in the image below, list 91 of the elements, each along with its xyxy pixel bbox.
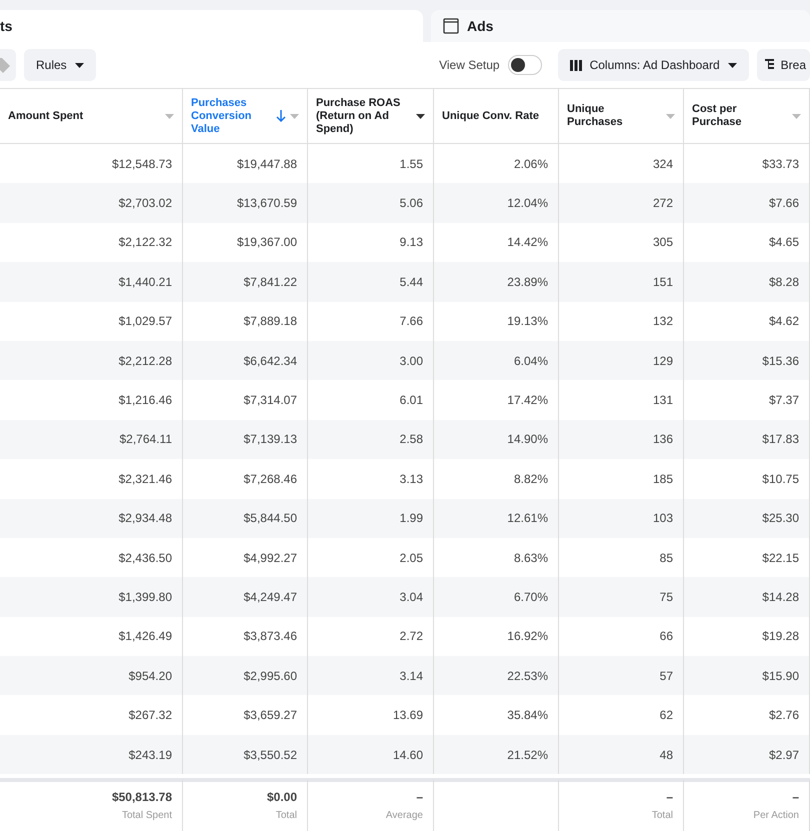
table-cell: $3,550.52: [183, 734, 308, 774]
table-cell: $2,436.50: [0, 538, 183, 578]
table-cell: $8.28: [684, 262, 810, 302]
table-cell: 1.55: [308, 144, 434, 184]
sort-arrow-icon: [276, 110, 286, 122]
table-cell: $2,703.02: [0, 183, 183, 223]
table-cell: 2.72: [308, 616, 434, 656]
total-cell: $50,813.78 Total Spent: [0, 778, 183, 831]
breakdown-icon: [764, 59, 777, 71]
table-cell: 22.53%: [434, 656, 559, 696]
table-cell: $7,841.22: [183, 262, 308, 302]
table-cell: 5.44: [308, 262, 434, 302]
window-icon: [443, 18, 459, 34]
table-cell: 151: [559, 262, 684, 302]
table-cell: $243.19: [0, 734, 183, 774]
tab[interactable]: Ads: [431, 10, 810, 42]
columns-icon: [570, 60, 582, 70]
table-cell: 7.66: [308, 302, 434, 341]
table-cell: $2.97: [684, 734, 810, 774]
table-cell: 3.00: [308, 340, 434, 380]
table-cell: 16.92%: [434, 616, 559, 656]
table-cell: $4.62: [684, 302, 810, 341]
table-cell: $19.28: [684, 616, 810, 656]
table-cell: 132: [559, 302, 684, 341]
caret-icon[interactable]: [74, 62, 84, 68]
table-cell: $2,764.11: [0, 420, 183, 460]
table-cell: 324: [559, 144, 684, 184]
table-cell: $6,642.34: [183, 340, 308, 380]
table-cell: $954.20: [0, 656, 183, 696]
view-setup-label: View Setup: [439, 58, 500, 72]
table-cell: $1,399.80: [0, 577, 183, 617]
table-cell: 19.13%: [434, 302, 559, 341]
table-cell: $15.90: [684, 656, 810, 696]
table-cell: $7.66: [684, 183, 810, 223]
table-cell: 85: [559, 538, 684, 578]
table-cell: $7,139.13: [183, 420, 308, 460]
table-cell: 14.90%: [434, 420, 559, 460]
table-cell: 75: [559, 577, 684, 617]
columns-button[interactable]: Columns: Ad Dashboard: [558, 49, 749, 81]
table-cell: 5.06: [308, 183, 434, 223]
rules-button[interactable]: Rules: [24, 49, 96, 81]
table-cell: 136: [559, 420, 684, 460]
total-cell: – Total: [559, 778, 684, 831]
table-cell: $7,889.18: [183, 302, 308, 341]
caret-icon[interactable]: [416, 114, 425, 118]
table-cell: $3,873.46: [183, 616, 308, 656]
table-cell: 8.63%: [434, 538, 559, 578]
table-cell: 12.04%: [434, 183, 559, 223]
table-cell: $33.73: [684, 144, 810, 184]
table-cell: $4,992.27: [183, 538, 308, 578]
table-cell: $2,995.60: [183, 656, 308, 696]
table-cell: 129: [559, 340, 684, 380]
table-cell: $12,548.73: [0, 144, 183, 184]
table-cell: 1.99: [308, 498, 434, 538]
table-cell: 23.89%: [434, 262, 559, 302]
breakdown-button[interactable]: Brea: [756, 49, 810, 81]
table-cell: 6.04%: [434, 340, 559, 380]
total-cell: $0.00 Total: [183, 778, 308, 831]
table-cell: $22.15: [684, 538, 810, 578]
table-cell: $1,426.49: [0, 616, 183, 656]
table-cell: 2.06%: [434, 144, 559, 184]
table-cell: $4,249.47: [183, 577, 308, 617]
tab[interactable]: ts: [0, 10, 423, 42]
total-cell: – Per Action: [684, 778, 810, 831]
table-cell: $25.30: [684, 498, 810, 538]
table-cell: 57: [559, 656, 684, 696]
table-cell: 3.14: [308, 656, 434, 696]
table-cell: 66: [559, 616, 684, 656]
table-cell: $2,212.28: [0, 340, 183, 380]
table-cell: 6.70%: [434, 577, 559, 617]
table-cell: 103: [559, 498, 684, 538]
table-cell: $5,844.50: [183, 498, 308, 538]
table-cell: 2.05: [308, 538, 434, 578]
table-cell: $14.28: [684, 577, 810, 617]
table-cell: $2,934.48: [0, 498, 183, 538]
table-cell: 14.60: [308, 734, 434, 774]
table-cell: 3.04: [308, 577, 434, 617]
table-cell: 48: [559, 734, 684, 774]
view-setup-toggle[interactable]: [508, 55, 542, 75]
table-cell: $1,440.21: [0, 262, 183, 302]
table-cell: $1,029.57: [0, 302, 183, 341]
table-cell: $15.36: [684, 340, 810, 380]
table-cell: $17.83: [684, 420, 810, 460]
table-cell: 12.61%: [434, 498, 559, 538]
caret-icon[interactable]: [728, 62, 737, 68]
total-cell: – Average: [308, 778, 434, 831]
table-cell: 2.58: [308, 420, 434, 460]
table-cell: 272: [559, 183, 684, 223]
table-cell: 21.52%: [434, 734, 559, 774]
table-cell: $13,670.59: [183, 183, 308, 223]
table-cell: $19,447.88: [183, 144, 308, 184]
